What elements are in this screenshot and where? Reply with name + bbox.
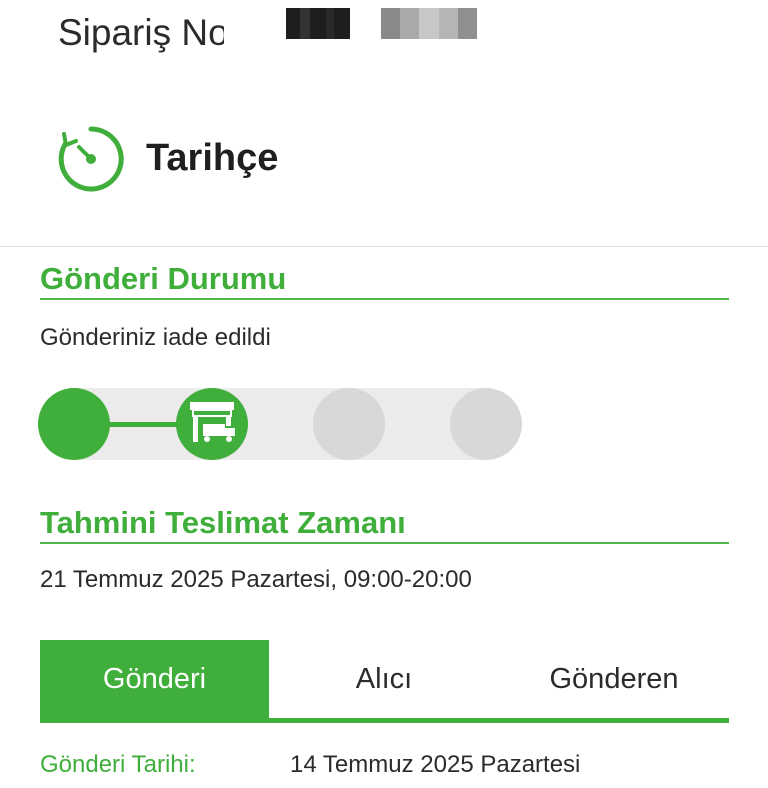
order-number-row: Sipariş No bbox=[0, 0, 768, 62]
estimated-delivery-text: 21 Temmuz 2025 Pazartesi, 09:00-20:00 bbox=[40, 566, 472, 593]
shipment-progress-tracker bbox=[38, 388, 522, 460]
progress-step-3 bbox=[313, 388, 385, 460]
tab-sender[interactable]: Gönderen bbox=[499, 640, 729, 718]
redacted-order-number-2 bbox=[381, 8, 478, 39]
progress-step-2 bbox=[176, 388, 248, 460]
estimated-delivery-heading: Tahmini Teslimat Zamanı bbox=[40, 504, 729, 544]
progress-step-4 bbox=[450, 388, 522, 460]
history-header[interactable]: Tarihçe bbox=[0, 62, 768, 247]
shipment-date-value: 14 Temmuz 2025 Pazartesi bbox=[290, 751, 581, 778]
order-number-label: Sipariş No bbox=[58, 12, 224, 53]
shipment-status-text: Gönderiniz iade edildi bbox=[40, 324, 271, 351]
tab-recipient[interactable]: Alıcı bbox=[269, 640, 499, 718]
redacted-order-number bbox=[286, 8, 350, 39]
shipment-status-heading: Gönderi Durumu bbox=[40, 260, 729, 300]
store-truck-icon bbox=[190, 402, 235, 442]
shipment-date-label: Gönderi Tarihi: bbox=[40, 751, 196, 778]
history-title: Tarihçe bbox=[146, 137, 279, 179]
progress-step-1 bbox=[38, 388, 110, 460]
clock-history-icon bbox=[56, 124, 126, 194]
tab-shipment[interactable]: Gönderi bbox=[40, 640, 269, 718]
shipment-date-row: Gönderi Tarihi: 14 Temmuz 2025 Pazartesi bbox=[40, 748, 740, 788]
info-tabs: Gönderi Alıcı Gönderen bbox=[40, 640, 729, 723]
